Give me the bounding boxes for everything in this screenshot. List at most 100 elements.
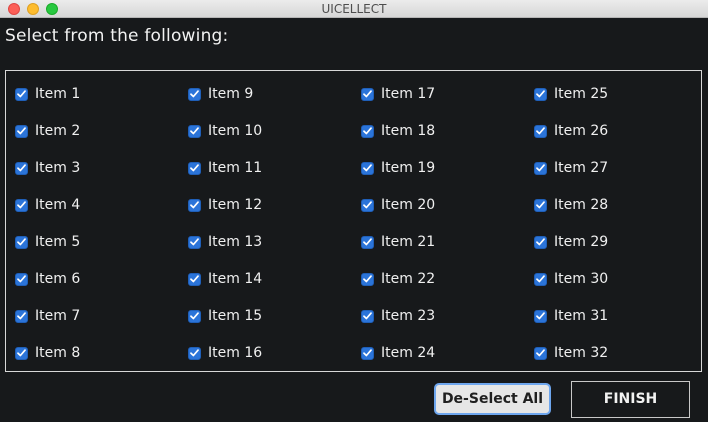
checkbox-grid: Item 1 Item 2 Item 3 Item 4 Item 5 Item 6 Item… [15,83,707,379]
checkbox-item[interactable]: Item 29 [534,231,707,253]
checkbox-checked-icon[interactable] [15,161,28,175]
checkbox-item[interactable]: Item 27 [534,157,707,179]
checkbox-checked-icon[interactable] [188,161,201,175]
checkbox-label: Item 19 [381,160,436,176]
checkbox-label: Item 28 [554,197,609,213]
checkbox-checked-icon[interactable] [15,87,28,101]
checkbox-item[interactable]: Item 30 [534,268,707,290]
checkbox-item[interactable]: Item 1 [15,83,188,105]
checkbox-label: Item 23 [381,308,436,324]
checkbox-checked-icon[interactable] [534,87,547,101]
checkbox-panel: Item 1 Item 2 Item 3 Item 4 Item 5 Item 6 Item… [5,70,702,372]
checkbox-label: Item 17 [381,86,436,102]
checkbox-checked-icon[interactable] [188,124,201,138]
checkbox-label: Item 3 [35,160,81,176]
checkbox-label: Item 4 [35,197,81,213]
checkbox-label: Item 22 [381,271,436,287]
checkbox-checked-icon[interactable] [188,198,201,212]
checkbox-label: Item 27 [554,160,609,176]
checkbox-label: Item 29 [554,234,609,250]
checkbox-item[interactable]: Item 5 [15,231,188,253]
checkbox-item[interactable]: Item 31 [534,305,707,327]
checkbox-checked-icon[interactable] [15,346,28,360]
checkbox-item[interactable]: Item 11 [188,157,361,179]
checkbox-checked-icon[interactable] [15,124,28,138]
checkbox-checked-icon[interactable] [361,198,374,212]
checkbox-item[interactable]: Item 3 [15,157,188,179]
title-bar: UICELLECT [0,0,708,18]
prompt-label: Select from the following: [5,26,229,46]
deselect-all-button[interactable]: De-Select All [434,383,551,415]
checkbox-item[interactable]: Item 18 [361,120,534,142]
checkbox-label: Item 18 [381,123,436,139]
checkbox-label: Item 26 [554,123,609,139]
checkbox-item[interactable]: Item 19 [361,157,534,179]
checkbox-item[interactable]: Item 9 [188,83,361,105]
checkbox-label: Item 1 [35,86,81,102]
checkbox-label: Item 14 [208,271,263,287]
checkbox-label: Item 5 [35,234,81,250]
checkbox-label: Item 7 [35,308,81,324]
checkbox-item[interactable]: Item 32 [534,342,707,364]
checkbox-checked-icon[interactable] [15,235,28,249]
checkbox-item[interactable]: Item 21 [361,231,534,253]
checkbox-item[interactable]: Item 20 [361,194,534,216]
checkbox-checked-icon[interactable] [15,309,28,323]
checkbox-checked-icon[interactable] [534,272,547,286]
checkbox-item[interactable]: Item 2 [15,120,188,142]
checkbox-item[interactable]: Item 16 [188,342,361,364]
checkbox-item[interactable]: Item 14 [188,268,361,290]
checkbox-checked-icon[interactable] [361,235,374,249]
checkbox-label: Item 20 [381,197,436,213]
checkbox-checked-icon[interactable] [361,161,374,175]
checkbox-checked-icon[interactable] [188,346,201,360]
checkbox-item[interactable]: Item 13 [188,231,361,253]
checkbox-checked-icon[interactable] [361,124,374,138]
checkbox-checked-icon[interactable] [15,272,28,286]
checkbox-label: Item 31 [554,308,609,324]
checkbox-label: Item 32 [554,345,609,361]
checkbox-item[interactable]: Item 6 [15,268,188,290]
checkbox-label: Item 15 [208,308,263,324]
checkbox-label: Item 9 [208,86,254,102]
checkbox-label: Item 8 [35,345,81,361]
checkbox-checked-icon[interactable] [361,272,374,286]
checkbox-item[interactable]: Item 4 [15,194,188,216]
checkbox-item[interactable]: Item 25 [534,83,707,105]
checkbox-label: Item 24 [381,345,436,361]
checkbox-item[interactable]: Item 8 [15,342,188,364]
checkbox-checked-icon[interactable] [361,309,374,323]
checkbox-item[interactable]: Item 22 [361,268,534,290]
checkbox-checked-icon[interactable] [534,161,547,175]
checkbox-checked-icon[interactable] [188,309,201,323]
checkbox-item[interactable]: Item 12 [188,194,361,216]
checkbox-item[interactable]: Item 17 [361,83,534,105]
checkbox-item[interactable]: Item 15 [188,305,361,327]
checkbox-item[interactable]: Item 26 [534,120,707,142]
checkbox-label: Item 2 [35,123,81,139]
checkbox-checked-icon[interactable] [188,272,201,286]
checkbox-checked-icon[interactable] [188,235,201,249]
checkbox-checked-icon[interactable] [534,124,547,138]
checkbox-checked-icon[interactable] [361,346,374,360]
checkbox-checked-icon[interactable] [534,309,547,323]
checkbox-checked-icon[interactable] [534,198,547,212]
window-title: UICELLECT [321,2,387,16]
checkbox-checked-icon[interactable] [15,198,28,212]
checkbox-label: Item 11 [208,160,263,176]
checkbox-item[interactable]: Item 24 [361,342,534,364]
checkbox-item[interactable]: Item 10 [188,120,361,142]
checkbox-label: Item 6 [35,271,81,287]
checkbox-checked-icon[interactable] [534,235,547,249]
checkbox-checked-icon[interactable] [188,87,201,101]
checkbox-item[interactable]: Item 28 [534,194,707,216]
checkbox-label: Item 30 [554,271,609,287]
checkbox-item[interactable]: Item 23 [361,305,534,327]
checkbox-checked-icon[interactable] [534,346,547,360]
checkbox-item[interactable]: Item 7 [15,305,188,327]
checkbox-label: Item 21 [381,234,436,250]
app-window: UICELLECT Select from the following: Ite… [0,0,708,422]
checkbox-label: Item 10 [208,123,263,139]
finish-button[interactable]: FINISH [571,381,690,418]
checkbox-checked-icon[interactable] [361,87,374,101]
